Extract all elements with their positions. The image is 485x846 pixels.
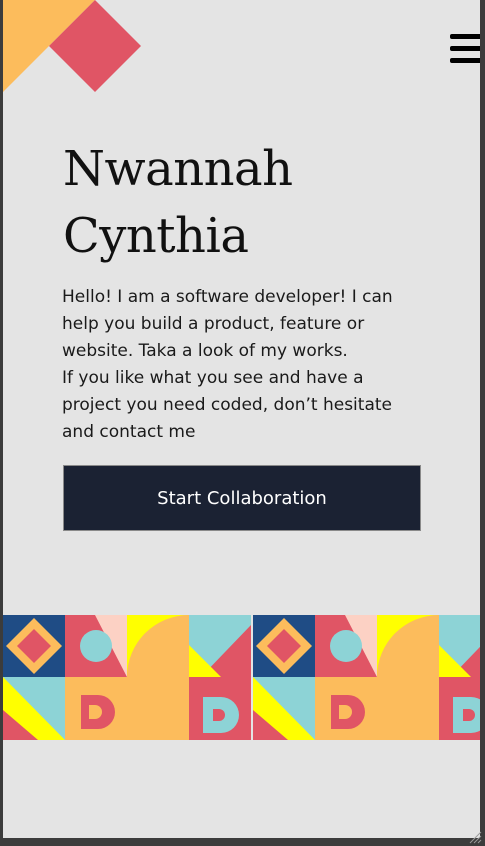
- name-first: Nwannah: [63, 141, 293, 197]
- resize-grip-icon[interactable]: [468, 830, 482, 844]
- bio-line: Hello! I am a software developer! I can: [62, 287, 393, 307]
- hamburger-menu-icon[interactable]: [446, 32, 480, 68]
- bio-line: and contact me: [62, 422, 196, 442]
- hero-name: Nwannah Cynthia: [63, 136, 443, 270]
- bio-line: If you like what you see and have a: [62, 368, 364, 388]
- geometric-pattern-banner: [3, 615, 480, 740]
- start-collaboration-button[interactable]: Start Collaboration: [63, 465, 421, 531]
- corner-decoration: [3, 0, 141, 92]
- bio-line: help you build a product, feature or: [62, 314, 365, 334]
- bio-line: project you need coded, don’t hesitate: [62, 395, 392, 415]
- scrollbar[interactable]: [480, 0, 485, 838]
- browser-frame: Nwannah Cynthia Hello! I am a software d…: [0, 0, 485, 846]
- page-viewport: Nwannah Cynthia Hello! I am a software d…: [3, 0, 480, 838]
- window-bottom-edge: [0, 838, 485, 846]
- bio-line: website. Taka a look of my works.: [62, 341, 348, 361]
- name-last: Cynthia: [63, 208, 249, 264]
- hero-bio: Hello! I am a software developer! I can …: [62, 284, 432, 446]
